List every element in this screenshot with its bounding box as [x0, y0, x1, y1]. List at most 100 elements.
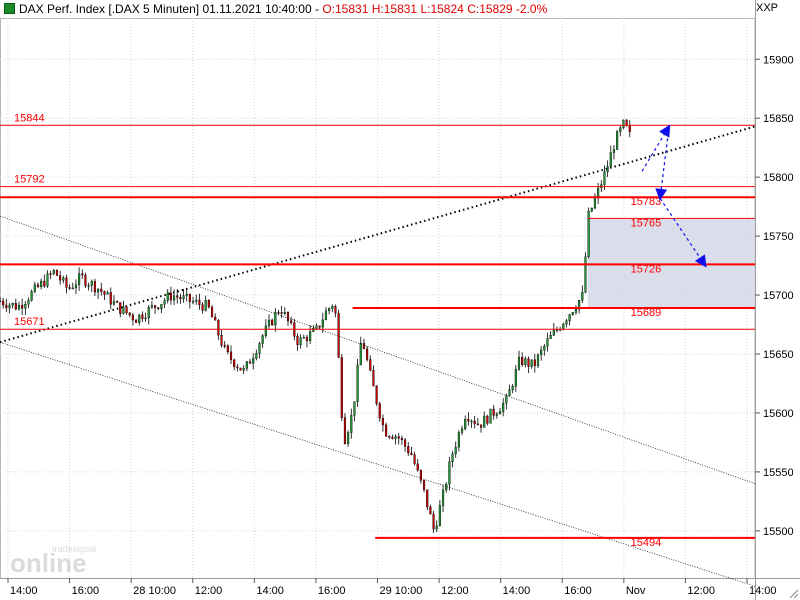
candle-body — [299, 337, 302, 346]
candle-body — [97, 288, 100, 293]
candle-body — [21, 305, 24, 309]
candle-body — [603, 171, 606, 185]
candle-body — [185, 293, 188, 296]
candle-body — [457, 432, 460, 448]
candle-body — [584, 256, 587, 293]
candle-body — [343, 417, 347, 445]
candle-body — [422, 480, 426, 490]
candle-body — [290, 320, 293, 323]
candle-body — [397, 436, 400, 439]
candle-body — [616, 131, 619, 150]
candle-body — [223, 345, 226, 347]
candle-body — [470, 420, 473, 423]
candle-body — [400, 437, 403, 441]
candle-body — [191, 301, 195, 303]
candle-body — [527, 358, 530, 367]
candle-body — [239, 367, 242, 371]
candle-body — [568, 314, 571, 321]
candle-body — [543, 346, 546, 351]
candle-body — [388, 436, 391, 438]
candle-body — [271, 319, 274, 326]
candle-body — [68, 287, 71, 289]
price-chart[interactable]: 15900 15850 15800 15750 15700 15650 15600 15550… — [0, 0, 800, 600]
candle-body — [2, 300, 5, 306]
candle-body — [435, 525, 438, 530]
candle-body — [350, 415, 353, 433]
price-tick-label: 15700 — [763, 290, 794, 302]
candle-body — [476, 423, 479, 426]
price-tick-label: 15750 — [763, 231, 794, 243]
candle-body — [217, 320, 220, 336]
candle-body — [394, 436, 397, 439]
candle-body — [555, 329, 559, 331]
candle-body — [574, 309, 578, 313]
candle-body — [362, 342, 366, 350]
candle-body — [508, 389, 511, 397]
candle-body — [413, 454, 416, 465]
candle-body — [366, 348, 369, 360]
candle-body — [8, 304, 11, 309]
candle-body — [0, 300, 2, 303]
candle-body — [125, 306, 128, 314]
candle-body — [116, 301, 119, 303]
candle-body — [312, 327, 315, 332]
candle-body — [65, 277, 68, 288]
candle-body — [502, 402, 505, 412]
candle-body — [593, 197, 597, 209]
candle-body — [416, 463, 419, 471]
candle-body — [552, 329, 555, 336]
candle-body — [410, 452, 413, 455]
candle-body — [347, 432, 350, 445]
candle-body — [55, 269, 59, 276]
candle-body — [489, 408, 492, 424]
candle-body — [340, 357, 343, 418]
projection-arrow — [655, 126, 670, 201]
level-label: 15494 — [631, 537, 662, 549]
candle-body — [296, 335, 299, 346]
candle-body — [46, 273, 49, 287]
price-tick-label: 15600 — [763, 408, 794, 420]
candle-body — [258, 343, 261, 354]
candle-body — [5, 304, 8, 309]
candle-body — [337, 312, 340, 358]
candle-body — [318, 325, 321, 328]
candle-body — [445, 484, 448, 491]
candle-body — [74, 284, 78, 289]
candle-body — [321, 319, 324, 328]
candle-body — [438, 505, 441, 527]
candle-body — [511, 386, 514, 390]
candle-body — [536, 354, 540, 366]
candle-body — [473, 420, 476, 425]
level-label: 15726 — [631, 263, 662, 275]
candle-body — [166, 292, 169, 301]
candle-body — [122, 306, 125, 314]
candle-body — [14, 303, 17, 310]
candle-body — [17, 305, 21, 310]
candle-body — [176, 295, 179, 298]
candle-body — [571, 312, 574, 315]
candle-body — [454, 446, 457, 455]
candle-body — [419, 469, 422, 481]
candle-body — [267, 319, 271, 327]
candle-body — [11, 303, 14, 306]
candle-body — [540, 349, 543, 356]
candle-body — [103, 291, 106, 295]
candle-body — [24, 304, 27, 309]
time-tick-label: 16:00 — [72, 585, 100, 597]
candle-body — [562, 323, 565, 330]
candle-body — [328, 308, 331, 312]
time-tick-label: 14:00 — [10, 585, 38, 597]
candle-body — [324, 310, 328, 321]
candle-body — [372, 370, 375, 387]
candle-body — [505, 395, 508, 404]
candle-body — [460, 428, 464, 433]
time-tick-label: 12:00 — [687, 585, 715, 597]
candle-body — [153, 305, 157, 308]
candle-body — [331, 305, 334, 309]
candle-body — [517, 356, 521, 370]
candle-body — [93, 281, 97, 293]
candle-body — [255, 353, 258, 359]
price-tick-label: 15650 — [763, 349, 794, 361]
candle-body — [242, 368, 245, 371]
time-tick-label: 28 10:00 — [133, 585, 176, 597]
